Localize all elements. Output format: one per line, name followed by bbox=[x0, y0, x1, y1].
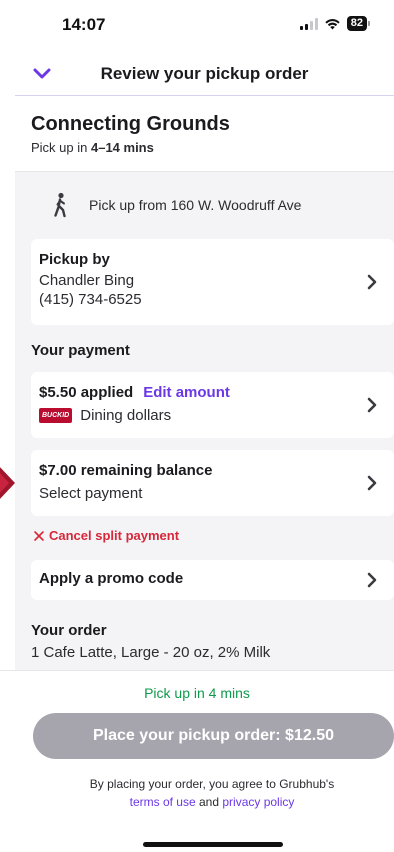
cancel-split-payment-button[interactable]: Cancel split payment bbox=[33, 528, 179, 543]
payment-section-title: Your payment bbox=[31, 342, 130, 359]
edit-amount-link[interactable]: Edit amount bbox=[143, 384, 230, 401]
promo-code-label: Apply a promo code bbox=[39, 570, 184, 587]
order-item: 1 Cafe Latte, Large - 20 oz, 2% Milk bbox=[31, 644, 271, 661]
pickup-eta: Pick up in 4 mins bbox=[144, 685, 250, 701]
status-icons: 82 bbox=[299, 16, 370, 31]
pickup-window: 4–14 mins bbox=[90, 140, 154, 155]
chevron-right-icon bbox=[367, 475, 377, 491]
chevron-right-icon bbox=[367, 274, 377, 290]
restaurant-header: Connecting Grounds Pick up in 4–14 mins bbox=[15, 96, 394, 172]
status-time: 14:07 bbox=[62, 15, 106, 34]
payment-method-name: Dining dollars bbox=[80, 407, 172, 424]
remaining-balance-card[interactable]: $7.00 remaining balance Select payment bbox=[31, 450, 394, 516]
pointer-arrow-icon bbox=[0, 467, 15, 499]
buckid-logo: BUCKID bbox=[39, 408, 73, 423]
terms-notice: By placing your order, you agree to Grub… bbox=[0, 775, 394, 811]
checkout-footer: Pick up in 4 mins Place your pickup orde… bbox=[0, 670, 394, 852]
header-bar: Review your pickup order bbox=[15, 52, 394, 96]
select-payment-label: Select payment bbox=[39, 485, 143, 502]
walking-person-icon bbox=[54, 192, 66, 218]
cellular-signal-icon bbox=[299, 17, 318, 30]
chevron-right-icon bbox=[367, 572, 377, 588]
pickup-by-title: Pickup by bbox=[39, 251, 110, 268]
applied-amount: $5.50 applied bbox=[39, 384, 134, 401]
status-bar: 14:07 82 bbox=[0, 0, 394, 50]
terms-notice-text: By placing your order, you agree to Grub… bbox=[89, 777, 335, 791]
order-review-content[interactable]: Connecting Grounds Pick up in 4–14 mins … bbox=[15, 96, 394, 670]
place-order-button[interactable]: Place your pickup order: $12.50 bbox=[33, 713, 394, 759]
battery-level: 82 bbox=[346, 16, 367, 31]
close-icon bbox=[34, 530, 44, 541]
pickup-time: Pick up in 4–14 mins bbox=[31, 140, 378, 155]
remaining-balance: $7.00 remaining balance bbox=[39, 462, 213, 479]
pickup-phone: (415) 734-6525 bbox=[39, 291, 142, 308]
privacy-policy-link[interactable]: privacy policy bbox=[222, 795, 294, 809]
pickup-address: Pick up from 160 W. Woodruff Ave bbox=[89, 197, 302, 213]
terms-of-use-link[interactable]: terms of use bbox=[130, 795, 196, 809]
wifi-icon bbox=[325, 18, 340, 29]
chevron-right-icon bbox=[367, 397, 377, 413]
pickup-by-card[interactable]: Pickup by Chandler Bing (415) 734-6525 bbox=[31, 239, 394, 325]
terms-and: and bbox=[198, 795, 220, 809]
cancel-split-label: Cancel split payment bbox=[49, 528, 180, 543]
pickup-location: Pick up from 160 W. Woodruff Ave bbox=[31, 184, 394, 226]
promo-code-card[interactable]: Apply a promo code bbox=[31, 560, 394, 600]
battery-icon: 82 bbox=[346, 16, 370, 31]
applied-payment-card[interactable]: $5.50 applied Edit amount BUCKID Dining … bbox=[31, 372, 394, 438]
page-title: Review your pickup order bbox=[100, 64, 309, 83]
pickup-name: Chandler Bing bbox=[39, 272, 135, 289]
pickup-time-prefix: Pick up in bbox=[31, 140, 91, 155]
restaurant-name: Connecting Grounds bbox=[31, 113, 230, 135]
home-indicator[interactable] bbox=[143, 842, 283, 847]
order-section-title: Your order bbox=[31, 622, 107, 639]
